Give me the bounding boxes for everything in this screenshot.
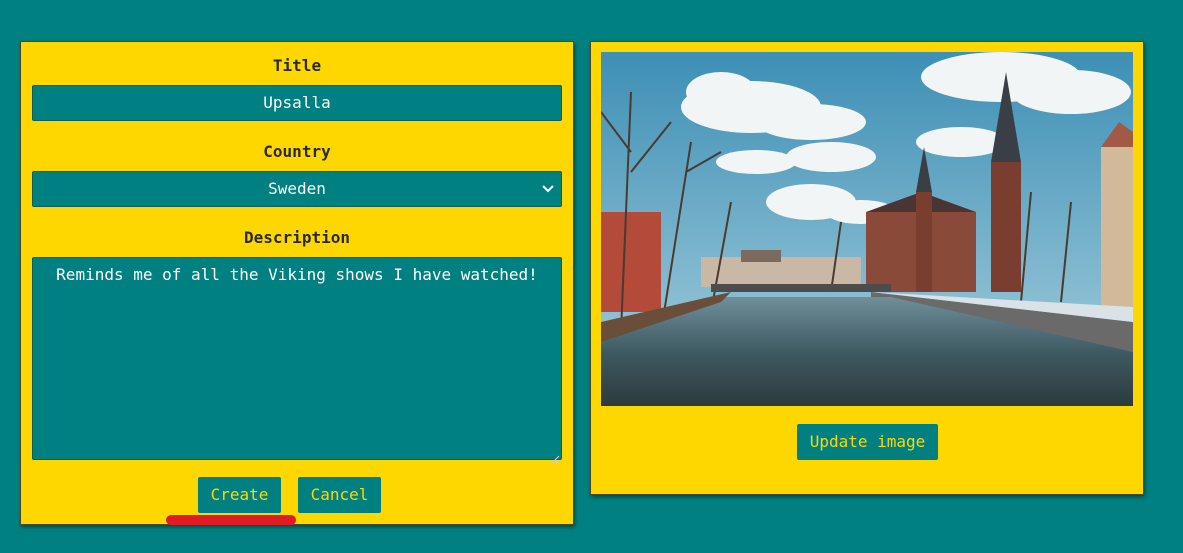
city-photo <box>601 52 1133 406</box>
create-button[interactable]: Create <box>198 477 281 513</box>
title-label: Title <box>272 56 322 75</box>
title-input-value: Upsalla <box>263 93 331 112</box>
description-textarea-value: Reminds me of all the Viking shows I hav… <box>56 265 538 284</box>
chevron-down-icon <box>541 172 555 206</box>
description-textarea[interactable]: Reminds me of all the Viking shows I hav… <box>32 257 562 464</box>
cancel-button[interactable]: Cancel <box>298 477 381 513</box>
resize-handle-icon[interactable] <box>550 448 560 464</box>
country-select[interactable]: Sweden <box>32 171 562 207</box>
annotation-underline <box>166 515 296 525</box>
country-select-value: Sweden <box>268 179 326 198</box>
update-image-button[interactable]: Update image <box>797 424 938 460</box>
country-label: Country <box>263 142 331 161</box>
create-form-card: Title Upsalla Country Sweden Description… <box>20 41 574 525</box>
image-card: Update image <box>590 41 1144 495</box>
description-label: Description <box>244 228 350 247</box>
title-input[interactable]: Upsalla <box>32 85 562 121</box>
